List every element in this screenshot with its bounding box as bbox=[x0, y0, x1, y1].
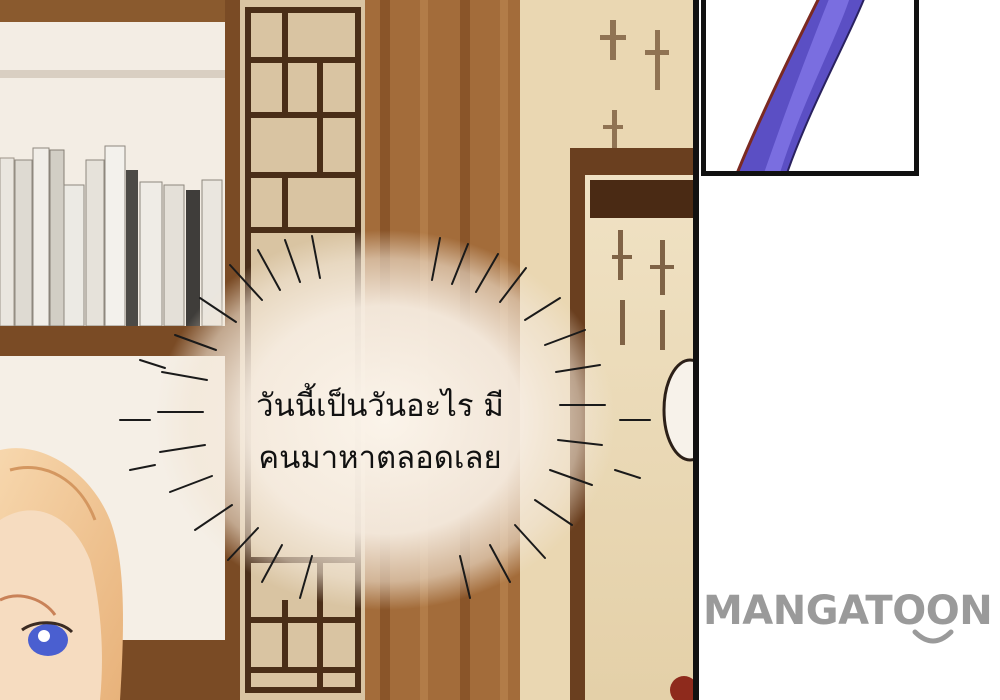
comic-page: วันนี้เป็นวันอะไร มี คนมาหาตลอดเลย MANGA… bbox=[0, 0, 1000, 700]
watermark-logo: MANGATOON bbox=[703, 582, 1000, 652]
speech-bubble-text: วันนี้เป็นวันอะไร มี คนมาหาตลอดเลย bbox=[200, 380, 560, 484]
smile-icon bbox=[912, 629, 954, 644]
speech-line-1: วันนี้เป็นวันอะไร มี bbox=[256, 388, 504, 424]
comic-panel-main: วันนี้เป็นวันอะไร มี คนมาหาตลอดเลย bbox=[0, 0, 695, 700]
sleeve-artwork bbox=[736, 0, 865, 171]
speech-line-2: คนมาหาตลอดเลย bbox=[258, 440, 502, 476]
panel-artwork bbox=[0, 0, 695, 700]
comic-panel-top-right bbox=[701, 0, 919, 176]
